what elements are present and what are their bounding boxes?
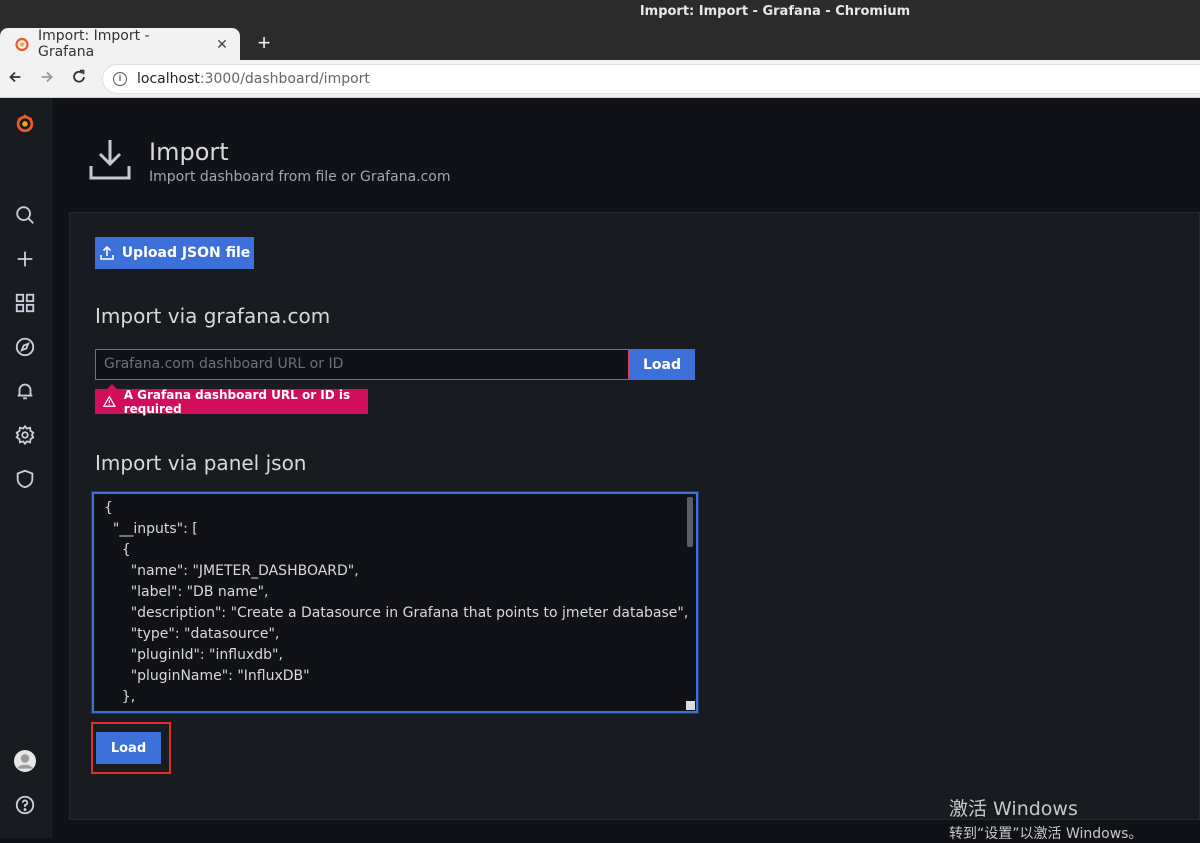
alerting-icon[interactable] <box>12 378 38 404</box>
avatar-icon[interactable] <box>12 748 38 774</box>
browser-tab[interactable]: Import: Import - Grafana ✕ <box>0 28 240 60</box>
gcom-url-input[interactable]: Grafana.com dashboard URL or ID <box>95 349 629 380</box>
window-title: Import: Import - Grafana - Chromium <box>0 0 1200 24</box>
watermark-line-2: 转到“设置”以激活 Windows。 <box>949 826 1143 842</box>
panel-json-textarea[interactable]: { "__inputs": [ { "name": "JMETER_DASHBO… <box>92 492 698 713</box>
search-icon[interactable] <box>12 202 38 228</box>
shield-icon[interactable] <box>12 466 38 492</box>
plus-icon[interactable] <box>12 246 38 272</box>
page-header: Import Import dashboard from file or Gra… <box>52 98 1200 212</box>
site-info-icon[interactable]: i <box>113 72 127 86</box>
forward-arrow-icon[interactable] <box>36 68 58 90</box>
textarea-resize-handle[interactable] <box>686 701 695 710</box>
tab-title: Import: Import - Grafana <box>38 28 150 60</box>
upload-json-button[interactable]: Upload JSON file <box>95 237 254 269</box>
gcom-error-text: A Grafana dashboard URL or ID is require… <box>123 387 351 416</box>
gcom-section-title: Import via grafana.com <box>95 304 331 328</box>
close-tab-icon[interactable]: ✕ <box>210 36 234 53</box>
browser-toolbar: i localhost:3000/dashboard/import <box>0 60 1200 98</box>
grafana-logo-icon[interactable] <box>12 110 38 136</box>
upload-icon <box>99 245 114 260</box>
page-title: Import <box>149 138 229 166</box>
panel-json-content: { "__inputs": [ { "name": "JMETER_DASHBO… <box>104 500 689 705</box>
grafana-app: Import Import dashboard from file or Gra… <box>0 98 1200 838</box>
reload-icon[interactable] <box>68 68 90 90</box>
configuration-icon[interactable] <box>12 422 38 448</box>
grafana-favicon-icon <box>14 36 30 52</box>
url-host: localhost <box>137 71 200 87</box>
gcom-error-message: A Grafana dashboard URL or ID is require… <box>95 384 368 416</box>
back-arrow-icon[interactable] <box>4 68 26 90</box>
help-icon[interactable] <box>12 792 38 818</box>
warning-icon <box>103 395 116 407</box>
textarea-scrollbar[interactable] <box>687 497 693 547</box>
dashboards-icon[interactable] <box>12 290 38 316</box>
panel-json-load-button[interactable]: Load <box>96 732 161 764</box>
url-path: :3000/dashboard/import <box>199 71 370 87</box>
address-bar[interactable]: i localhost:3000/dashboard/import <box>102 64 1200 94</box>
upload-json-label: Upload JSON file <box>121 245 251 261</box>
windows-activation-watermark: 激活 Windows 转到“设置”以激活 Windows。 <box>949 794 1142 843</box>
watermark-line-1: 激活 Windows <box>949 798 1078 820</box>
gcom-load-button[interactable]: Load <box>629 349 695 380</box>
tab-strip: Import: Import - Grafana ✕ + <box>0 24 1200 60</box>
new-tab-button[interactable]: + <box>252 32 276 56</box>
panel-json-section-title: Import via panel json <box>95 451 307 475</box>
page-subtitle: Import dashboard from file or Grafana.co… <box>149 169 451 185</box>
explore-icon[interactable] <box>12 334 38 360</box>
import-download-icon <box>88 138 132 182</box>
side-menu <box>0 98 52 838</box>
import-content-panel: Upload JSON file Import via grafana.com … <box>69 212 1200 820</box>
